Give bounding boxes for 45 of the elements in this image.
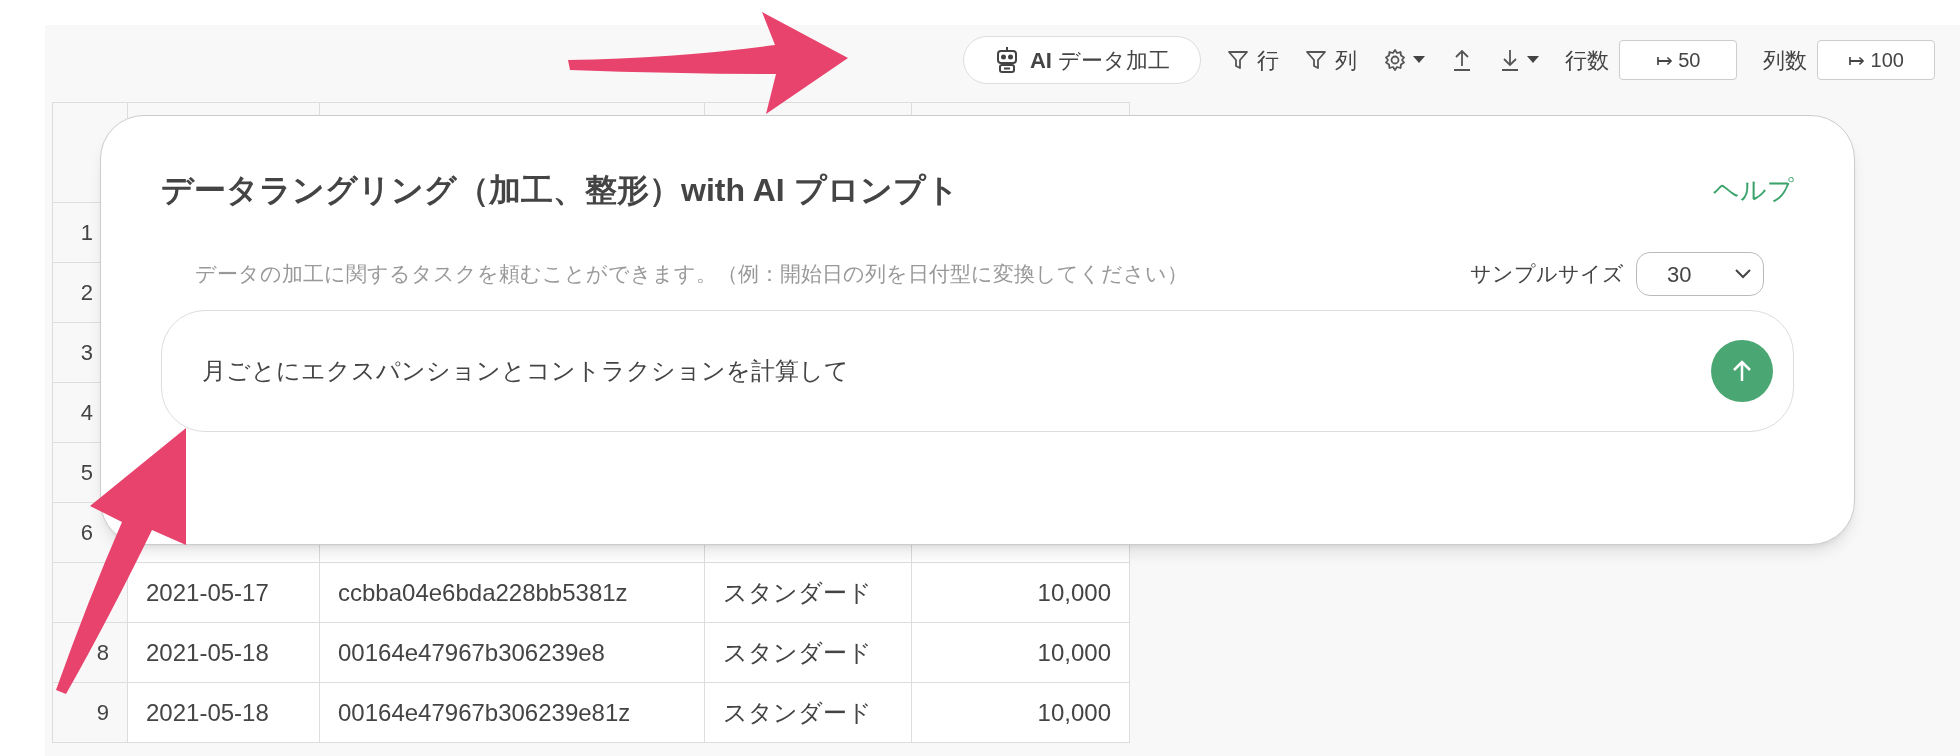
- table-cell: スタンダード: [705, 683, 912, 743]
- filter-icon: [1305, 49, 1327, 71]
- row-number-text: 1: [80, 219, 93, 247]
- row-number-text: 8: [96, 639, 109, 667]
- table-cell: 2021-05-18: [128, 623, 320, 683]
- table-cell: 00164e47967b306239e81z: [320, 683, 705, 743]
- column-filter-button[interactable]: 列: [1305, 43, 1357, 77]
- table-cell: 00164e47967b306239e8: [320, 623, 705, 683]
- download-icon: [1499, 48, 1521, 72]
- column-count-label: 列数: [1763, 46, 1807, 75]
- row-number-text: 3: [80, 339, 93, 367]
- row-count-field[interactable]: ↦ 50: [1619, 40, 1737, 80]
- row-count-label: 行数: [1565, 46, 1609, 75]
- row-filter-button[interactable]: 行: [1227, 43, 1279, 77]
- row-number-text: 6: [80, 519, 93, 547]
- chevron-down-icon: [1735, 269, 1751, 279]
- upload-button[interactable]: [1451, 48, 1473, 72]
- hint-text: データの加工に関するタスクを頼むことができます。（例：開始日の列を日付型に変換してください）: [195, 261, 1188, 288]
- table-cell: 2021-05-17: [128, 563, 320, 623]
- settings-button[interactable]: [1383, 48, 1425, 72]
- table-cell: 10,000: [912, 683, 1130, 743]
- sample-size-select[interactable]: 30: [1636, 252, 1764, 296]
- row-number-text: 2: [80, 279, 93, 307]
- table-cell: 10,000: [912, 623, 1130, 683]
- arrow-up-icon: [1731, 359, 1753, 383]
- ai-processing-button[interactable]: AI データ加工: [962, 36, 1201, 84]
- column-count-field[interactable]: ↦ 100: [1817, 40, 1935, 80]
- upload-icon: [1451, 48, 1473, 72]
- table-cell: 2021-05-18: [128, 683, 320, 743]
- table-cell: スタンダード: [705, 563, 912, 623]
- dialog-title: データラングリング（加工、整形）with AI プロンプト: [161, 171, 959, 210]
- filter-icon: [1227, 49, 1249, 71]
- table-cell: ccbba04e6bda228bb5381z: [320, 563, 705, 623]
- prompt-field[interactable]: 月ごとにエクスパンションとコントラクションを計算して: [161, 310, 1794, 432]
- download-button[interactable]: [1499, 48, 1539, 72]
- prompt-input[interactable]: 月ごとにエクスパンションとコントラクションを計算して: [202, 353, 1711, 389]
- caret-icon: [1527, 56, 1539, 64]
- sample-size-label: サンプルサイズ: [1470, 261, 1624, 288]
- settings-icon: [1383, 48, 1407, 72]
- table-cell: 10,000: [912, 563, 1130, 623]
- row-number-text: 4: [80, 399, 93, 427]
- table-cell: スタンダード: [705, 623, 912, 683]
- row-number-text: 9: [96, 699, 109, 727]
- row-number-text: 5: [80, 459, 93, 487]
- caret-icon: [1413, 56, 1425, 64]
